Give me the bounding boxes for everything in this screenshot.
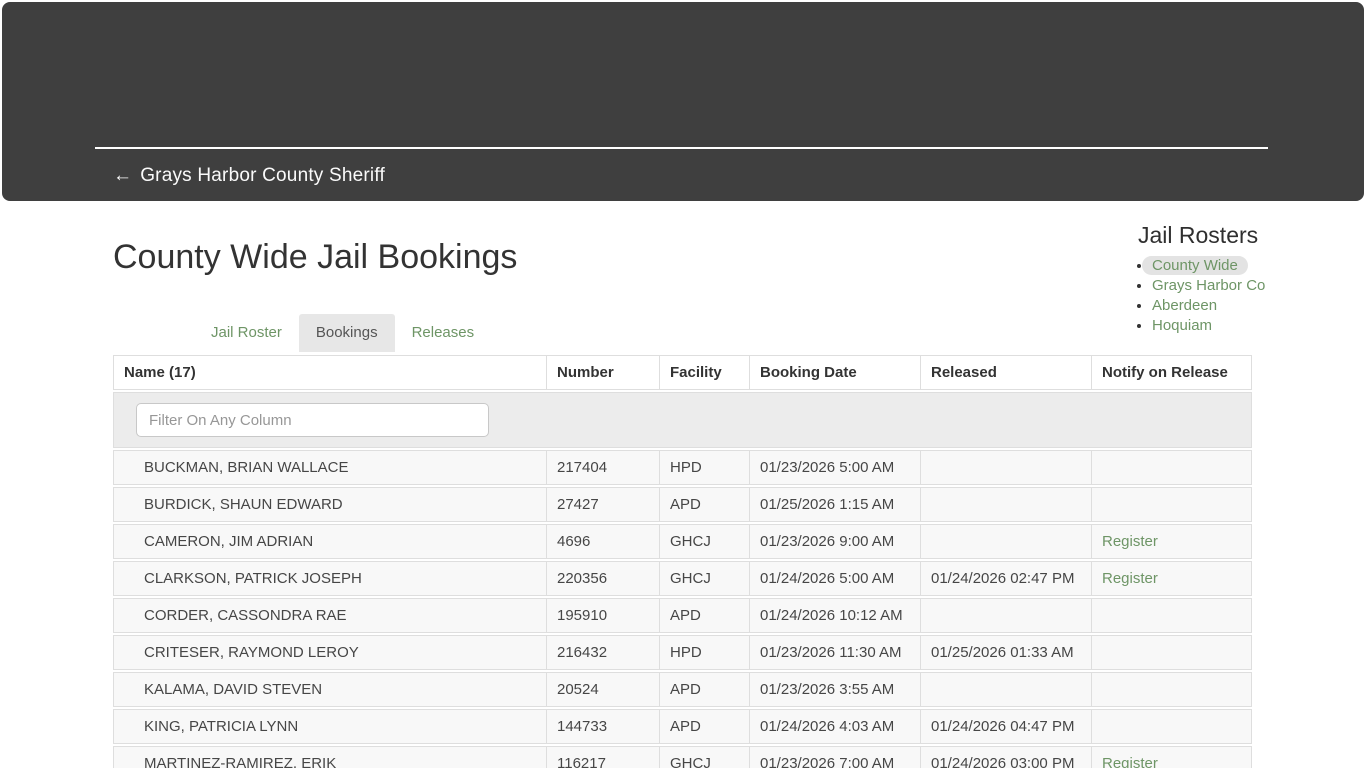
site-banner: ← Grays Harbor County Sheriff: [2, 2, 1364, 201]
cell-released: [921, 672, 1092, 707]
back-link-label: Grays Harbor County Sheriff: [140, 165, 385, 186]
tab-bookings[interactable]: Bookings: [299, 314, 395, 352]
cell-number: 20524: [547, 672, 660, 707]
cell-number: 144733: [547, 709, 660, 744]
cell-booking-date: 01/23/2026 5:00 AM: [750, 450, 921, 485]
booking-row: CORDER, CASSONDRA RAE 195910 APD 01/24/2…: [113, 598, 1252, 633]
cell-booking-date: 01/23/2026 11:30 AM: [750, 635, 921, 670]
cell-booking-date: 01/24/2026 5:00 AM: [750, 561, 921, 596]
cell-notify: [1092, 598, 1252, 633]
cell-name: CORDER, CASSONDRA RAE: [113, 598, 547, 633]
booking-row: CAMERON, JIM ADRIAN 4696 GHCJ 01/23/2026…: [113, 524, 1252, 559]
cell-released: [921, 450, 1092, 485]
cell-notify: [1092, 487, 1252, 522]
cell-name: CRITESER, RAYMOND LEROY: [113, 635, 547, 670]
roster-tabs: Jail RosterBookingsReleases: [194, 314, 491, 352]
jail-rosters-list: County WideGrays Harbor CoAberdeenHoquia…: [1120, 256, 1280, 336]
banner-divider: [95, 147, 1268, 149]
cell-notify: [1092, 635, 1252, 670]
cell-released: 01/24/2026 04:47 PM: [921, 709, 1092, 744]
column-header-booking-date[interactable]: Booking Date: [750, 355, 921, 390]
cell-number: 216432: [547, 635, 660, 670]
cell-name: KING, PATRICIA LYNN: [113, 709, 547, 744]
column-header-facility[interactable]: Facility: [660, 355, 750, 390]
filter-input[interactable]: [136, 403, 489, 437]
cell-booking-date: 01/24/2026 4:03 AM: [750, 709, 921, 744]
sidebar-link-aberdeen[interactable]: Aberdeen: [1152, 297, 1217, 314]
cell-number: 116217: [547, 746, 660, 768]
cell-number: 217404: [547, 450, 660, 485]
booking-row: BURDICK, SHAUN EDWARD 27427 APD 01/25/20…: [113, 487, 1252, 522]
cell-booking-date: 01/23/2026 3:55 AM: [750, 672, 921, 707]
cell-released: 01/25/2026 01:33 AM: [921, 635, 1092, 670]
cell-released: [921, 598, 1092, 633]
cell-name: BUCKMAN, BRIAN WALLACE: [113, 450, 547, 485]
cell-facility: APD: [660, 598, 750, 633]
cell-booking-date: 01/24/2026 10:12 AM: [750, 598, 921, 633]
cell-number: 195910: [547, 598, 660, 633]
cell-name: MARTINEZ-RAMIREZ, ERIK: [113, 746, 547, 768]
sidebar-link-hoquiam[interactable]: Hoquiam: [1152, 317, 1212, 334]
cell-notify: [1092, 672, 1252, 707]
sidebar-link-county-wide[interactable]: County Wide: [1142, 256, 1248, 275]
cell-notify: Register: [1092, 524, 1252, 559]
column-header-number[interactable]: Number: [547, 355, 660, 390]
booking-row: MARTINEZ-RAMIREZ, ERIK 116217 GHCJ 01/23…: [113, 746, 1252, 768]
register-link[interactable]: Register: [1102, 755, 1158, 768]
cell-number: 4696: [547, 524, 660, 559]
cell-name: CLARKSON, PATRICK JOSEPH: [113, 561, 547, 596]
jail-rosters-sidebar: Jail Rosters County WideGrays Harbor CoA…: [1120, 222, 1280, 336]
cell-facility: HPD: [660, 635, 750, 670]
booking-row: BUCKMAN, BRIAN WALLACE 217404 HPD 01/23/…: [113, 450, 1252, 485]
cell-notify: [1092, 450, 1252, 485]
sidebar-link-grays-harbor-co[interactable]: Grays Harbor Co: [1152, 277, 1265, 294]
filter-row: [113, 392, 1252, 448]
cell-booking-date: 01/23/2026 9:00 AM: [750, 524, 921, 559]
column-header-name[interactable]: Name (17): [113, 355, 547, 390]
cell-facility: APD: [660, 487, 750, 522]
bookings-table: Name (17) Number Facility Booking Date R…: [113, 353, 1252, 768]
table-header-row: Name (17) Number Facility Booking Date R…: [113, 355, 1252, 390]
cell-name: CAMERON, JIM ADRIAN: [113, 524, 547, 559]
cell-released: [921, 524, 1092, 559]
cell-facility: HPD: [660, 450, 750, 485]
booking-row: CRITESER, RAYMOND LEROY 216432 HPD 01/23…: [113, 635, 1252, 670]
cell-name: KALAMA, DAVID STEVEN: [113, 672, 547, 707]
cell-released: 01/24/2026 03:00 PM: [921, 746, 1092, 768]
cell-notify: Register: [1092, 746, 1252, 768]
jail-roster-list-item: County Wide: [1152, 256, 1280, 276]
register-link[interactable]: Register: [1102, 533, 1158, 550]
jail-roster-list-item: Hoquiam: [1152, 316, 1280, 336]
booking-row: KALAMA, DAVID STEVEN 20524 APD 01/23/202…: [113, 672, 1252, 707]
cell-facility: GHCJ: [660, 746, 750, 768]
jail-rosters-title: Jail Rosters: [1120, 222, 1280, 249]
left-arrow-icon: ←: [113, 165, 132, 186]
tab-jail-roster[interactable]: Jail Roster: [194, 314, 299, 352]
page: ← Grays Harbor County Sheriff County Wide…: [0, 0, 1366, 768]
cell-booking-date: 01/25/2026 1:15 AM: [750, 487, 921, 522]
booking-row: CLARKSON, PATRICK JOSEPH 220356 GHCJ 01/…: [113, 561, 1252, 596]
bookings-table-body: BUCKMAN, BRIAN WALLACE 217404 HPD 01/23/…: [113, 450, 1252, 768]
page-title: County Wide Jail Bookings: [113, 238, 517, 277]
cell-number: 220356: [547, 561, 660, 596]
cell-name: BURDICK, SHAUN EDWARD: [113, 487, 547, 522]
tab-releases[interactable]: Releases: [395, 314, 492, 352]
cell-notify: Register: [1092, 561, 1252, 596]
cell-facility: APD: [660, 709, 750, 744]
column-header-released[interactable]: Released: [921, 355, 1092, 390]
cell-released: [921, 487, 1092, 522]
booking-row: KING, PATRICIA LYNN 144733 APD 01/24/202…: [113, 709, 1252, 744]
cell-facility: APD: [660, 672, 750, 707]
cell-notify: [1092, 709, 1252, 744]
column-header-notify[interactable]: Notify on Release: [1092, 355, 1252, 390]
cell-facility: GHCJ: [660, 561, 750, 596]
cell-booking-date: 01/23/2026 7:00 AM: [750, 746, 921, 768]
cell-facility: GHCJ: [660, 524, 750, 559]
register-link[interactable]: Register: [1102, 570, 1158, 587]
jail-roster-list-item: Aberdeen: [1152, 296, 1280, 316]
jail-roster-list-item: Grays Harbor Co: [1152, 276, 1280, 296]
cell-released: 01/24/2026 02:47 PM: [921, 561, 1092, 596]
cell-number: 27427: [547, 487, 660, 522]
back-to-sheriff-link[interactable]: ← Grays Harbor County Sheriff: [113, 165, 385, 187]
